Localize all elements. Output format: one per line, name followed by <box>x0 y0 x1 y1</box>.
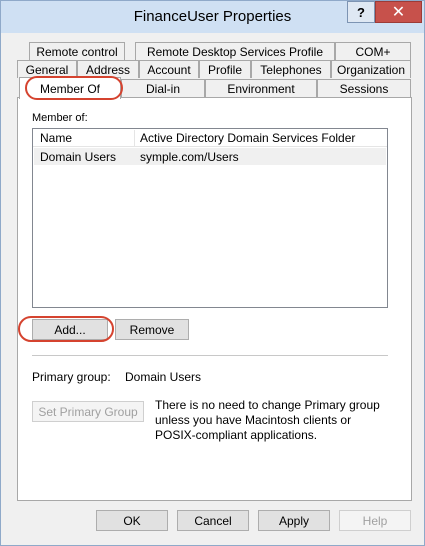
tab-telephones[interactable]: Telephones <box>251 60 331 78</box>
member-of-panel: Member of: Name Active Directory Domain … <box>17 97 412 501</box>
primary-group-note: There is no need to change Primary group… <box>155 398 380 442</box>
tab-remote-desktop-services-profile[interactable]: Remote Desktop Services Profile <box>135 42 335 60</box>
tab-profile[interactable]: Profile <box>199 60 251 78</box>
close-icon[interactable]: ✕ <box>375 1 422 23</box>
tab-com-plus[interactable]: COM+ <box>335 42 411 60</box>
add-button[interactable]: Add... <box>32 319 108 340</box>
column-separator[interactable] <box>134 130 135 146</box>
group-name: Domain Users <box>40 150 117 164</box>
tab-general[interactable]: General <box>17 60 77 78</box>
tab-member-of[interactable]: Member Of <box>19 77 121 99</box>
help-icon[interactable]: ? <box>347 1 375 23</box>
column-header-folder[interactable]: Active Directory Domain Services Folder <box>140 131 355 145</box>
member-of-label: Member of: <box>32 112 88 124</box>
primary-group-value: Domain Users <box>125 370 202 384</box>
tab-organization[interactable]: Organization <box>331 60 411 78</box>
apply-button[interactable]: Apply <box>258 510 330 531</box>
ok-button[interactable]: OK <box>96 510 168 531</box>
title-bar[interactable]: FinanceUser Properties ? ✕ <box>1 1 424 33</box>
primary-group-label: Primary group: <box>32 370 111 384</box>
help-button[interactable]: Help <box>339 510 411 531</box>
column-header-name[interactable]: Name <box>40 131 72 145</box>
tab-remote-control[interactable]: Remote control <box>29 42 125 60</box>
member-of-list[interactable]: Name Active Directory Domain Services Fo… <box>32 128 388 308</box>
set-primary-group-button[interactable]: Set Primary Group <box>32 401 144 422</box>
tab-environment[interactable]: Environment <box>205 79 317 97</box>
list-header: Name Active Directory Domain Services Fo… <box>33 129 387 147</box>
remove-button[interactable]: Remove <box>115 319 189 340</box>
tab-account[interactable]: Account <box>139 60 199 78</box>
tab-dial-in[interactable]: Dial-in <box>121 79 205 97</box>
list-item[interactable]: Domain Users symple.com/Users <box>34 148 386 165</box>
properties-dialog: FinanceUser Properties ? ✕ Remote contro… <box>0 0 425 546</box>
group-folder: symple.com/Users <box>140 150 239 164</box>
tab-sessions[interactable]: Sessions <box>317 79 411 97</box>
tab-address[interactable]: Address <box>77 60 139 78</box>
cancel-button[interactable]: Cancel <box>177 510 249 531</box>
divider <box>32 355 388 356</box>
